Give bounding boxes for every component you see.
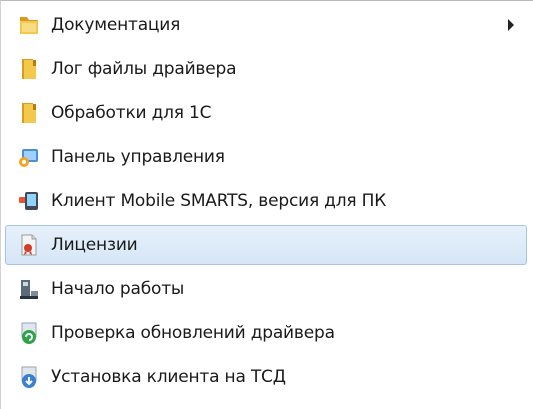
menu-item-control-panel[interactable]: Панель управления [5,137,527,177]
folder-icon [22,59,36,79]
menu-item-documentation[interactable]: Документация [5,5,527,45]
folder-icon [22,103,36,123]
install-client-icon [21,366,37,388]
control-panel-icon [19,149,38,167]
menu-item-label: Документация [51,15,181,35]
license-icon [21,234,37,256]
folder-icon [20,17,38,34]
menu-item-label: Клиент Mobile SMARTS, версия для ПК [51,191,387,211]
menu-item-check-driver-updates[interactable]: Проверка обновлений драйвера [5,313,527,353]
menu-item-label: Лог файлы драйвера [51,59,237,79]
menu-item-1c-processing[interactable]: Обработки для 1С [5,93,527,133]
update-check-icon [21,322,37,344]
menu-item-label: Панель управления [51,147,225,167]
menu-item-label: Установка клиента на ТСД [51,367,286,387]
menu-item-mobile-smarts-client[interactable]: Клиент Mobile SMARTS, версия для ПК [5,181,527,221]
menu-item-driver-logs[interactable]: Лог файлы драйвера [5,49,527,89]
submenu-arrow-icon [508,19,514,31]
menu-item-label: Лицензии [51,235,138,255]
mobile-client-icon [19,192,38,210]
menu-item-getting-started[interactable]: Начало работы [5,269,527,309]
menu-item-label: Начало работы [51,279,185,299]
menu-item-label: Обработки для 1С [51,103,212,123]
start-menu-folder-list: Документация Лог файлы драйвера Обработк… [0,0,533,409]
menu-item-licenses[interactable]: Лицензии [5,225,527,265]
getting-started-icon [20,280,38,299]
menu-item-install-client-tsd[interactable]: Установка клиента на ТСД [5,357,527,397]
menu-item-label: Проверка обновлений драйвера [51,323,335,343]
